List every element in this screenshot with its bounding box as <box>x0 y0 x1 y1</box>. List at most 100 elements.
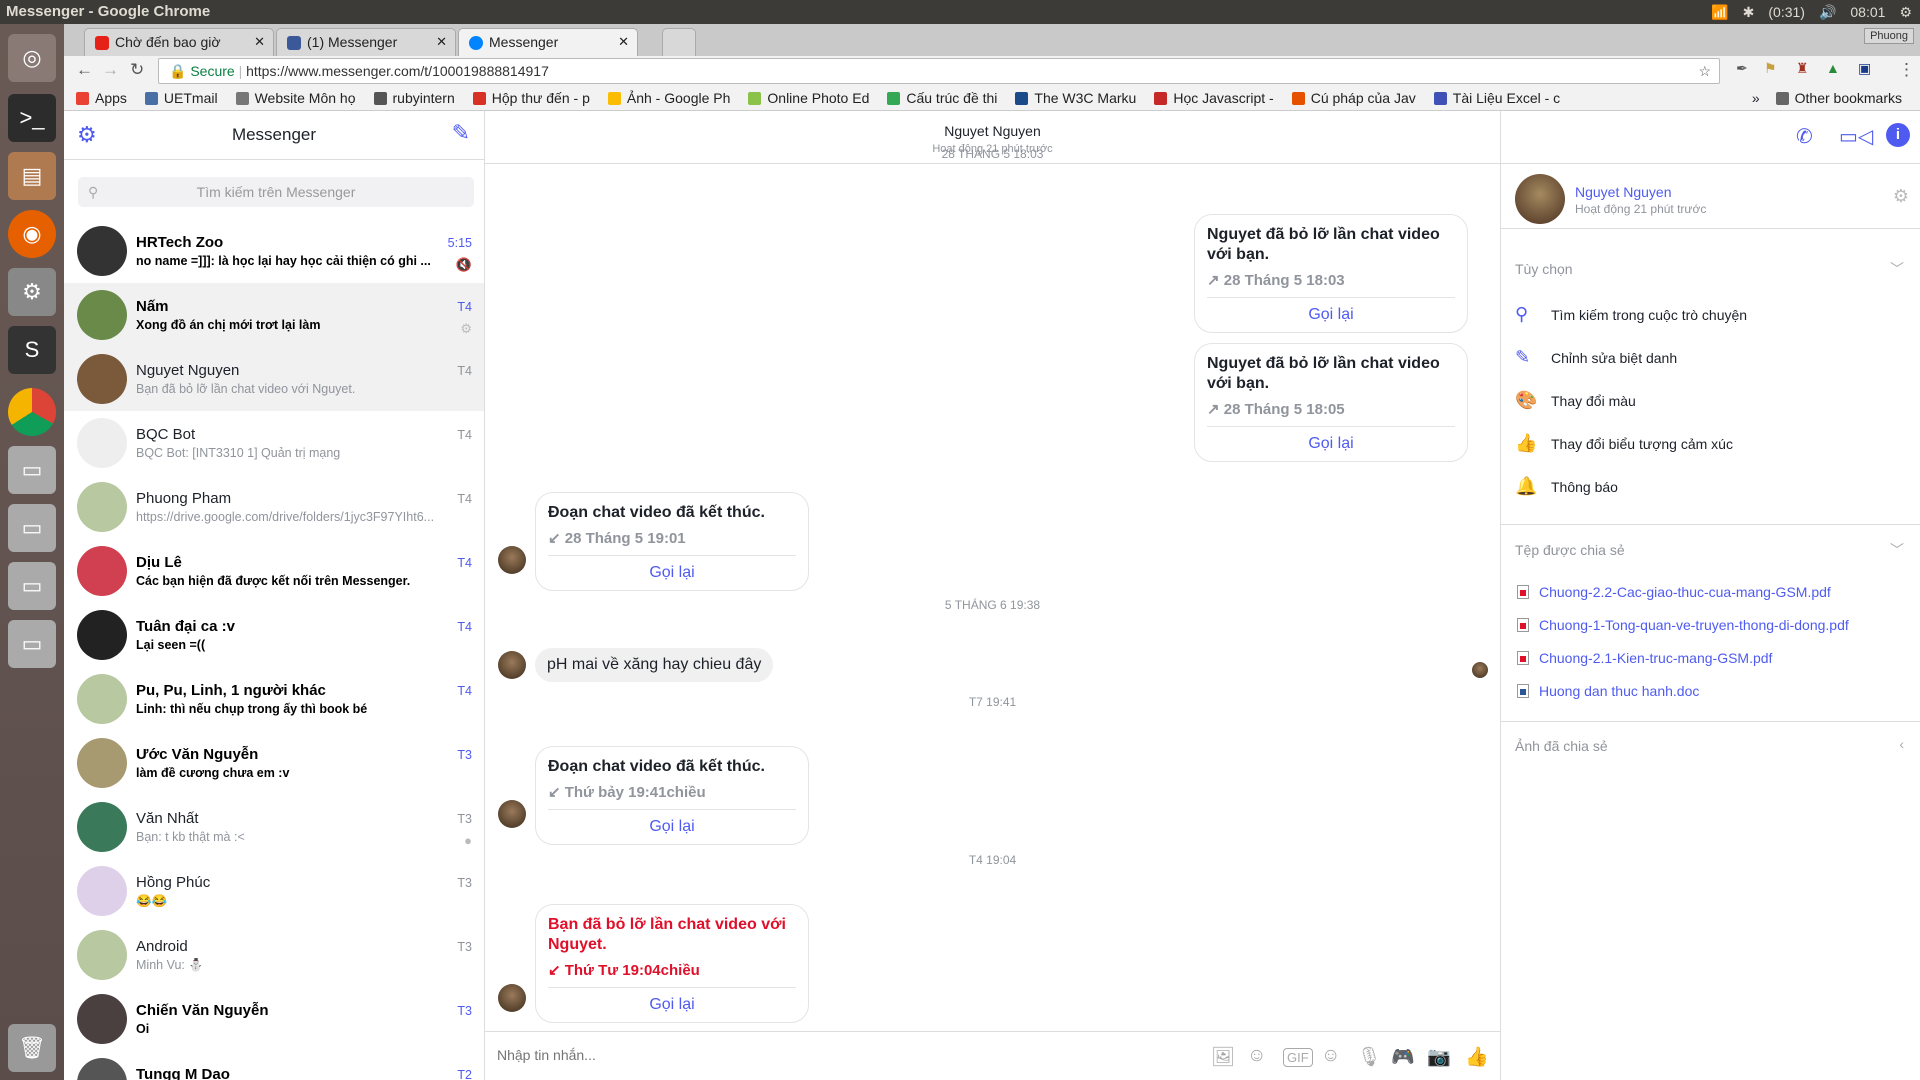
emoji-icon[interactable]: ☺ <box>1321 1045 1340 1067</box>
tab-messenger[interactable]: Messenger ✕ <box>458 28 638 56</box>
bookmark-item[interactable]: rubyintern <box>373 90 455 106</box>
new-message-icon[interactable]: ✎ <box>452 120 470 146</box>
shared-file-link[interactable]: Chuong-2.1-Kien-truc-mang-GSM.pdf <box>1517 650 1772 666</box>
shared-photos-title[interactable]: Ảnh đã chia sẻ <box>1515 738 1608 754</box>
close-tab-icon[interactable]: ✕ <box>254 29 265 55</box>
bookmark-item[interactable]: Tài Liệu Excel - c <box>1433 90 1560 106</box>
video-call-icon[interactable]: ▭◁ <box>1839 124 1873 149</box>
game-icon[interactable]: 🎮 <box>1391 1045 1415 1069</box>
option-item[interactable]: 👍 Thay đổi biểu tượng cảm xúc <box>1515 433 1733 454</box>
sticker-icon[interactable]: ☺ <box>1247 1045 1266 1067</box>
settings-icon[interactable]: ⚙ <box>1899 4 1912 21</box>
shared-files-title[interactable]: Tệp được chia sẻ <box>1515 542 1625 558</box>
wifi-icon[interactable]: 📶 <box>1711 4 1728 21</box>
bookmark-star-icon[interactable]: ☆ <box>1698 59 1711 83</box>
drive-icon[interactable]: ▭ <box>8 620 56 668</box>
microphone-icon[interactable]: 🎙 <box>1357 1045 1381 1069</box>
option-item[interactable]: 🎨 Thay đổi màu <box>1515 390 1636 411</box>
new-tab-button[interactable] <box>662 28 696 56</box>
back-icon[interactable]: ← <box>76 60 93 80</box>
conversation-item[interactable]: Pu, Pu, Linh, 1 người khác Linh: thì nếu … <box>64 667 484 731</box>
drive-icon[interactable]: ▭ <box>8 446 56 494</box>
drive-icon[interactable]: ▭ <box>8 504 56 552</box>
system-settings-icon[interactable]: ⚙ <box>8 268 56 316</box>
message-input[interactable] <box>497 1047 997 1063</box>
shared-file-link[interactable]: Huong dan thuc hanh.doc <box>1517 683 1699 699</box>
bookmark-item[interactable]: Học Javascript - <box>1154 90 1274 106</box>
more-bookmarks-chevron[interactable]: » <box>1752 90 1760 106</box>
clock[interactable]: 08:01 <box>1850 4 1885 20</box>
volume-icon[interactable]: 🔊 <box>1819 4 1836 21</box>
options-section-title[interactable]: Tùy chọn <box>1515 261 1573 277</box>
photo-icon[interactable]: 🖼 <box>1211 1045 1235 1069</box>
bookmark-item[interactable]: Online Photo Ed <box>748 90 869 106</box>
chat-contact-name[interactable]: Nguyet Nguyen <box>485 123 1500 139</box>
bookmark-item[interactable]: Website Môn họ <box>235 90 356 106</box>
conversation-item[interactable]: Nguyet Nguyen Bạn đã bỏ lỡ lần chat video… <box>64 347 484 411</box>
gear-icon[interactable]: ⚙ <box>1893 186 1909 207</box>
shared-file-link[interactable]: Chuong-2.2-Cac-giao-thuc-cua-mang-GSM.pd… <box>1517 584 1831 600</box>
option-item[interactable]: ✎ Chỉnh sửa biệt danh <box>1515 347 1677 368</box>
drive-icon[interactable]: ▭ <box>8 562 56 610</box>
tab-youtube[interactable]: Chờ đến bao giờ ✕ <box>84 28 274 56</box>
chrome-icon[interactable] <box>8 388 56 436</box>
phone-call-icon[interactable]: ✆ <box>1796 124 1813 149</box>
terminal-icon[interactable]: >_ <box>8 94 56 142</box>
contact-name[interactable]: Nguyet Nguyen <box>1575 184 1672 200</box>
option-item[interactable]: 🔔 Thông báo <box>1515 476 1618 497</box>
conversation-item[interactable]: Ước Văn Nguyễn làm đề cương chưa em :v T3 <box>64 731 484 795</box>
conversation-item[interactable]: Android Minh Vu: ⛄ T3 <box>64 923 484 987</box>
shared-file-link[interactable]: Chuong-1-Tong-quan-ve-truyen-thong-di-do… <box>1517 617 1849 633</box>
chevron-down-icon[interactable]: ﹀ <box>1890 540 1904 560</box>
profile-button[interactable]: Phuong <box>1864 28 1914 44</box>
search-input[interactable]: ⚲ Tìm kiếm trên Messenger <box>78 177 474 207</box>
call-back-button[interactable]: Gọi lại <box>1207 426 1455 461</box>
reload-icon[interactable]: ↻ <box>130 60 144 80</box>
camera-icon[interactable]: 📷 <box>1427 1045 1451 1069</box>
call-back-button[interactable]: Gọi lại <box>548 809 796 844</box>
message-bubble[interactable]: pH mai về xăng hay chieu đây <box>535 648 774 682</box>
conversation-item[interactable]: Tungg M Dao T2 <box>64 1051 484 1080</box>
call-back-button[interactable]: Gọi lại <box>548 555 796 590</box>
thumbs-up-send-icon[interactable]: 👍 <box>1465 1045 1489 1069</box>
contact-avatar[interactable] <box>1515 174 1565 224</box>
sublime-text-icon[interactable]: S <box>8 326 56 374</box>
close-tab-icon[interactable]: ✕ <box>618 29 629 55</box>
bookmark-item[interactable]: Cú pháp của Jav <box>1291 90 1416 106</box>
gif-icon[interactable]: GIF <box>1283 1048 1313 1067</box>
call-back-button[interactable]: Gọi lại <box>1207 297 1455 332</box>
eyedropper-extension-icon[interactable]: ✒ <box>1736 60 1748 77</box>
bookmark-item[interactable]: The W3C Marku <box>1015 90 1136 106</box>
conversation-item[interactable]: Tuân đại ca :v Lại seen =((T4 <box>64 603 484 667</box>
forward-icon[interactable]: → <box>102 60 119 80</box>
ubuntu-dash-icon[interactable]: ◎ <box>8 34 56 82</box>
conversation-item[interactable]: Phuong Pham https://drive.google.com/driv… <box>64 475 484 539</box>
bookmark-item[interactable]: Hộp thư đến - p <box>472 90 590 106</box>
conversation-item[interactable]: Hồng Phúc 😂😂 T3 <box>64 859 484 923</box>
conversation-item[interactable]: BQC Bot BQC Bot: [INT3310 1] Quản trị mạn… <box>64 411 484 475</box>
files-icon[interactable]: ▤ <box>8 152 56 200</box>
extension-new-icon[interactable]: ▲ <box>1826 60 1840 76</box>
conversation-item[interactable]: Văn Nhất Bạn: t kb thật mà :< T3 ● <box>64 795 484 859</box>
trash-icon[interactable]: 🗑 <box>8 1024 56 1072</box>
conversation-item[interactable]: Nấm Xong đồ án chị mới trơt lại làm T4 ⚙ <box>64 283 484 347</box>
extension-icon[interactable]: ♜ <box>1796 60 1809 77</box>
chevron-down-icon[interactable]: ﹀ <box>1890 259 1904 279</box>
call-back-button[interactable]: Gọi lại <box>548 987 796 1022</box>
menu-icon[interactable]: ⋮ <box>1898 60 1915 80</box>
bluetooth-icon[interactable]: ✱ <box>1743 4 1755 21</box>
extension-icon[interactable]: ▣ <box>1858 60 1871 77</box>
bookmark-item[interactable]: Cấu trúc đề thi <box>887 90 997 106</box>
conversation-settings-icon[interactable]: ⚙ <box>460 321 472 337</box>
battery-indicator[interactable]: (0:31) <box>1768 4 1805 20</box>
chevron-left-icon[interactable]: ‹ <box>1899 736 1904 752</box>
conversation-item[interactable]: Chiến Văn Nguyễn Oi T3 <box>64 987 484 1051</box>
conversation-item[interactable]: HRTech Zoo no name =]]]: là học lại hay h… <box>64 219 484 283</box>
tab-facebook-messenger[interactable]: (1) Messenger ✕ <box>276 28 456 56</box>
bookmark-item[interactable]: UETmail <box>144 90 218 106</box>
bookmark-item[interactable]: Ảnh - Google Ph <box>607 90 730 106</box>
other-bookmarks[interactable]: Other bookmarks <box>1775 90 1902 106</box>
bookmark-item[interactable]: Apps <box>76 90 127 106</box>
extension-icon[interactable]: ⚑ <box>1764 60 1777 77</box>
conversation-item[interactable]: Dịu Lê Các bạn hiện đã được kết nối trên … <box>64 539 484 603</box>
